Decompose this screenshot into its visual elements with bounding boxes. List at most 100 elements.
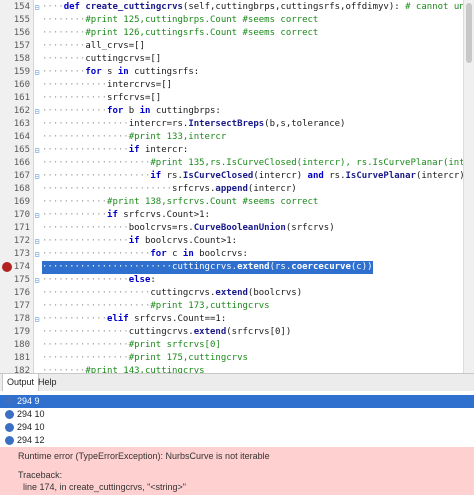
code-token: in — [117, 67, 135, 77]
code-token: cuttingcrvs. — [172, 262, 238, 272]
output-row[interactable]: 294 12 — [0, 434, 474, 447]
code-token: boolcrvs: — [199, 249, 248, 259]
line-number: 182 — [13, 366, 30, 373]
code-line[interactable]: 157 ········all_crvs=[] — [0, 40, 474, 53]
code-line[interactable]: 154 ⊟ ····def create_cuttingcrvs(self,cutt… — [0, 1, 474, 14]
code-token: intercr: — [144, 145, 189, 155]
line-number: 165 — [13, 145, 30, 155]
code-token: ························ — [42, 184, 173, 194]
line-number: 168 — [13, 184, 30, 194]
output-row-label: 294 9 — [17, 396, 40, 406]
code-line[interactable]: 170 ⊟ ············if srfcrvs.Count>1: — [0, 209, 474, 222]
code-token: ················ — [42, 119, 129, 129]
code-line[interactable]: 175 ⊟ ················else: — [0, 274, 474, 287]
code-line[interactable]: 182 ········#print 143,cuttingcrvs — [0, 365, 474, 373]
code-token: : — [150, 275, 156, 285]
code-line[interactable]: 174 ························cuttingcrvs.e… — [0, 261, 474, 274]
code-text: ················boolcrvs=rs.CurveBoolean… — [42, 222, 335, 235]
code-token: ························ — [42, 262, 173, 272]
info-icon — [5, 397, 14, 406]
code-token: for — [150, 249, 173, 259]
code-text: ····················for c in boolcrvs: — [42, 248, 248, 261]
code-line[interactable]: 161 ············srfcrvs=[] — [0, 92, 474, 105]
code-line[interactable]: 158 ········cuttingcrvs=[] — [0, 53, 474, 66]
code-token: c — [172, 249, 183, 259]
code-line[interactable]: 172 ⊟ ················if boolcrvs.Count>1: — [0, 235, 474, 248]
breakpoint-icon[interactable] — [2, 262, 12, 272]
code-text: ············srfcrvs=[] — [42, 92, 161, 105]
code-line[interactable]: 160 ············intercrvs=[] — [0, 79, 474, 92]
code-token: append — [215, 184, 248, 194]
code-token: (intercr) — [247, 184, 297, 194]
code-token: ················ — [42, 327, 129, 337]
output-row-label: 294 10 — [17, 422, 45, 432]
fold-toggle-icon[interactable]: ⊟ — [33, 144, 41, 157]
line-number: 173 — [13, 249, 30, 259]
code-line[interactable]: 178 ⊟ ············elif srfcrvs.Count==1: — [0, 313, 474, 326]
output-row[interactable]: 294 10 — [0, 408, 474, 421]
code-line[interactable]: 164 ················#print 133,intercr — [0, 131, 474, 144]
line-number: 172 — [13, 236, 30, 246]
code-text: ················cuttingcrvs.extend(srfcr… — [42, 326, 291, 339]
code-line[interactable]: 177 ····················#print 173,cuttin… — [0, 300, 474, 313]
code-text: ····def create_cuttingcrvs(self,cuttingb… — [42, 1, 474, 14]
error-message: Runtime error (TypeErrorException): Nurb… — [18, 451, 270, 461]
code-token: create_cuttingcrvs — [85, 2, 183, 12]
code-line[interactable]: 176 ····················cuttingcrvs.exten… — [0, 287, 474, 300]
code-token: rs. — [329, 171, 346, 181]
code-line[interactable]: 155 ········#print 125,cuttingbrps.Count … — [0, 14, 474, 27]
line-number: 164 — [13, 132, 30, 142]
fold-toggle-icon[interactable]: ⊟ — [33, 274, 41, 287]
code-line[interactable]: 165 ⊟ ················if intercr: — [0, 144, 474, 157]
fold-toggle-icon[interactable]: ⊟ — [33, 209, 41, 222]
fold-toggle-icon[interactable]: ⊟ — [33, 105, 41, 118]
code-line[interactable]: 181 ················#print 175,cuttingcrv… — [0, 352, 474, 365]
code-line[interactable]: 169 ············#print 138,srfcrvs.Count … — [0, 196, 474, 209]
line-number: 157 — [13, 41, 30, 51]
scrollbar-thumb[interactable] — [466, 3, 472, 63]
code-token: if — [150, 171, 167, 181]
traceback-line: line 174, in create_cuttingcrvs, "<strin… — [18, 482, 186, 492]
code-text: ················intercr=rs.IntersectBrep… — [42, 118, 345, 131]
code-line[interactable]: 179 ················cuttingcrvs.extend(sr… — [0, 326, 474, 339]
line-number: 180 — [13, 340, 30, 350]
code-token: srfcrvs.Count>1: — [123, 210, 210, 220]
code-token: and — [307, 171, 330, 181]
code-editor[interactable]: 154 ⊟ ····def create_cuttingcrvs(self,cutt… — [0, 0, 474, 373]
code-line[interactable]: 180 ················#print srfcrvs[0] — [0, 339, 474, 352]
code-line[interactable]: 173 ⊟ ····················for c in boolcrv… — [0, 248, 474, 261]
code-text: ················else: — [42, 274, 156, 287]
code-token: #print srfcrvs[0] — [128, 340, 221, 350]
code-token: #print 138,srfcrvs.Count #seems correct — [107, 197, 319, 207]
code-text: ················if intercr: — [42, 144, 188, 157]
fold-toggle-icon[interactable]: ⊟ — [33, 170, 41, 183]
code-token: coercecurve — [291, 262, 351, 272]
code-line[interactable]: 171 ················boolcrvs=rs.CurveBool… — [0, 222, 474, 235]
code-line[interactable]: 168 ························srfcrvs.appen… — [0, 183, 474, 196]
output-row[interactable]: 294 10 — [0, 421, 474, 434]
vertical-scrollbar[interactable] — [463, 0, 474, 373]
fold-toggle-icon[interactable]: ⊟ — [33, 1, 41, 14]
fold-toggle-icon[interactable]: ⊟ — [33, 248, 41, 261]
line-number: 154 — [13, 2, 30, 12]
fold-toggle-icon[interactable]: ⊟ — [33, 235, 41, 248]
code-line[interactable]: 159 ⊟ ········for s in cuttingsrfs: — [0, 66, 474, 79]
fold-toggle-icon[interactable]: ⊟ — [33, 313, 41, 326]
line-number: 170 — [13, 210, 30, 220]
error-message-box: Runtime error (TypeErrorException): Nurb… — [0, 447, 474, 495]
code-line[interactable]: 156 ········#print 126,cuttingsrfs.Count … — [0, 27, 474, 40]
code-token: (c)) — [350, 262, 373, 272]
code-line[interactable]: 167 ⊟ ····················if rs.IsCurveClo… — [0, 170, 474, 183]
code-token: cuttingcrvs. — [150, 288, 216, 298]
code-text: ················#print 175,cuttingcrvs — [42, 352, 248, 365]
code-line[interactable]: 163 ················intercr=rs.IntersectB… — [0, 118, 474, 131]
code-token: all_crvs=[] — [85, 41, 145, 51]
code-token: ················ — [42, 340, 129, 350]
code-text: ················if boolcrvs.Count>1: — [42, 235, 237, 248]
code-line[interactable]: 162 ⊟ ············for b in cuttingbrps: — [0, 105, 474, 118]
code-text: ········#print 126,cuttingsrfs.Count #se… — [42, 27, 318, 40]
output-row[interactable]: 294 9 — [0, 395, 474, 408]
fold-toggle-icon[interactable]: ⊟ — [33, 66, 41, 79]
code-line[interactable]: 166 ····················#print 135,rs.IsC… — [0, 157, 474, 170]
tab-help[interactable]: Help — [34, 374, 61, 391]
